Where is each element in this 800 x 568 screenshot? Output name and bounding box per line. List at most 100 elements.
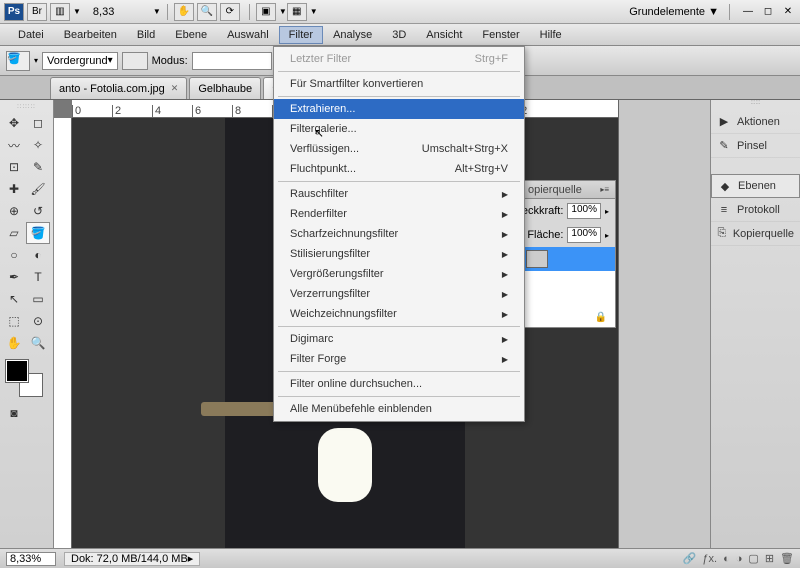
lasso-tool[interactable]: 〰 [2, 134, 26, 156]
link-icon[interactable]: 🔗 [683, 552, 697, 565]
shape-tool[interactable]: ▭ [26, 288, 50, 310]
menu-item-extrahieren[interactable]: Extrahieren... [274, 99, 524, 119]
pattern-swatch[interactable] [122, 52, 148, 70]
clone-icon: ⎘ [717, 227, 727, 240]
current-tool-icon[interactable]: 🪣 [6, 51, 30, 71]
menu-item-scharfzeichnungsfilter[interactable]: Scharfzeichnungsfilter [274, 224, 524, 244]
filter-menu-dropdown: Letzter FilterStrg+F Für Smartfilter kon… [273, 46, 525, 422]
menu-fenster[interactable]: Fenster [472, 26, 529, 44]
camera-tool[interactable]: ⊙ [26, 310, 50, 332]
fill-value[interactable]: 100% [567, 227, 601, 243]
panel-ebenen[interactable]: ◆Ebenen [711, 174, 800, 198]
zoom-status[interactable]: 8,33% [6, 552, 56, 566]
3d-tool[interactable]: ⬚ [2, 310, 26, 332]
bucket-tool[interactable]: 🪣 [26, 222, 50, 244]
opacity-value[interactable]: 100% [567, 203, 601, 219]
adjustment-icon[interactable]: ◑ [736, 553, 743, 565]
healing-tool[interactable]: ✚ [2, 178, 26, 200]
kopierquelle-panel[interactable]: opierquelle▸≡ Deckkraft:100%▸ Fläche:100… [521, 180, 616, 328]
layers-list[interactable]: 🔒 [522, 247, 615, 327]
marquee-tool[interactable]: ◻ [26, 112, 50, 134]
panel-protokoll[interactable]: ≡Protokoll [711, 198, 800, 222]
mask-icon[interactable]: ◐ [723, 553, 730, 565]
layer-thumbnail [526, 250, 548, 268]
menu-item-filtergalerie[interactable]: Filtergalerie... [274, 119, 524, 139]
menu-bearbeiten[interactable]: Bearbeiten [54, 26, 127, 44]
menu-item-verfluessigen[interactable]: Verflüssigen...Umschalt+Strg+X [274, 139, 524, 159]
menu-ansicht[interactable]: Ansicht [416, 26, 472, 44]
zoom-level[interactable]: 8,33 [93, 6, 153, 18]
rotate-icon[interactable]: ⟳ [220, 3, 240, 21]
crop-tool[interactable]: ⊡ [2, 156, 26, 178]
layer-row-active[interactable] [522, 247, 615, 271]
trash-icon[interactable]: 🗑 [780, 552, 794, 565]
chevron-icon[interactable]: ▸ [605, 207, 609, 216]
panel-aktionen[interactable]: ▶Aktionen [711, 110, 800, 134]
panel-kopierquelle[interactable]: ⎘Kopierquelle [711, 222, 800, 246]
blur-tool[interactable]: ○ [2, 244, 26, 266]
menu-auswahl[interactable]: Auswahl [217, 26, 279, 44]
eraser-tool[interactable]: ▱ [2, 222, 26, 244]
menu-datei[interactable]: Datei [8, 26, 54, 44]
quickmask-tool[interactable]: ◙ [2, 402, 26, 424]
menu-item-stilisierungsfilter[interactable]: Stilisierungsfilter [274, 244, 524, 264]
menu-item-vergroesserungsfilter[interactable]: Vergrößerungsfilter [274, 264, 524, 284]
path-tool[interactable]: ↖ [2, 288, 26, 310]
menu-item-filter-online[interactable]: Filter online durchsuchen... [274, 374, 524, 394]
menu-3d[interactable]: 3D [382, 26, 416, 44]
panel-menu-icon[interactable]: ▸≡ [600, 185, 609, 194]
menu-filter[interactable]: Filter [279, 26, 323, 44]
hand-tool-icon[interactable]: ✋ [174, 3, 194, 21]
zoom-tool-icon[interactable]: 🔍 [197, 3, 217, 21]
close-button[interactable]: ✕ [780, 5, 796, 19]
vertical-ruler[interactable] [54, 118, 72, 548]
menu-item-smartfilter[interactable]: Für Smartfilter konvertieren [274, 74, 524, 94]
menu-bild[interactable]: Bild [127, 26, 165, 44]
menu-hilfe[interactable]: Hilfe [530, 26, 572, 44]
new-layer-icon[interactable]: ⊞ [765, 552, 774, 565]
panel-pinsel[interactable]: ✎Pinsel [711, 134, 800, 158]
document-tab[interactable]: Gelbhaube [189, 77, 261, 99]
menu-analyse[interactable]: Analyse [323, 26, 382, 44]
history-brush-tool[interactable]: ↺ [26, 200, 50, 222]
close-icon[interactable]: ✕ [171, 83, 179, 94]
dodge-tool[interactable]: ◐ [26, 244, 50, 266]
layers-icon: ◆ [718, 180, 732, 193]
menu-item-digimarc[interactable]: Digimarc [274, 329, 524, 349]
brush-tool[interactable]: 🖌 [26, 178, 50, 200]
fx-icon[interactable]: ƒx. [702, 553, 717, 565]
foreground-dropdown[interactable]: Vordergrund ▾ [42, 52, 118, 70]
hand-tool[interactable]: ✋ [2, 332, 26, 354]
wand-tool[interactable]: ✧ [26, 134, 50, 156]
pen-tool[interactable]: ✒ [2, 266, 26, 288]
filmstrip-icon[interactable]: ▥ [50, 3, 70, 21]
bridge-launcher-icon[interactable]: Br [27, 3, 47, 21]
arrange-icon[interactable]: ▦ [287, 3, 307, 21]
menu-item-weichzeichnungsfilter[interactable]: Weichzeichnungsfilter [274, 304, 524, 324]
chevron-icon[interactable]: ▸ [605, 231, 609, 240]
menu-item-verzerrungsfilter[interactable]: Verzerrungsfilter [274, 284, 524, 304]
menu-ebene[interactable]: Ebene [165, 26, 217, 44]
folder-icon[interactable]: ▢ [748, 552, 758, 565]
eyedropper-tool[interactable]: ✎ [26, 156, 50, 178]
maximize-button[interactable]: ◻ [760, 5, 776, 19]
doc-info[interactable]: Dok: 72,0 MB/144,0 MB ▸ [64, 552, 200, 566]
mode-dropdown[interactable] [192, 52, 272, 70]
zoom-tool[interactable]: 🔍 [26, 332, 50, 354]
lock-icon: 🔒 [595, 312, 607, 323]
menu-item-filterforge[interactable]: Filter Forge [274, 349, 524, 369]
screenmode-icon[interactable]: ▣ [256, 3, 276, 21]
fill-label: Fläche: [527, 229, 563, 241]
stamp-tool[interactable]: ⊕ [2, 200, 26, 222]
menu-item-show-all[interactable]: Alle Menübefehle einblenden [274, 399, 524, 419]
move-tool[interactable]: ✥ [2, 112, 26, 134]
document-tab[interactable]: anto - Fotolia.com.jpg✕ [50, 77, 187, 99]
workspace-selector[interactable]: Grundelemente ▼ [629, 6, 719, 18]
ps-launcher-icon[interactable]: Ps [4, 3, 24, 21]
menu-item-rauschfilter[interactable]: Rauschfilter [274, 184, 524, 204]
minimize-button[interactable]: — [740, 5, 756, 19]
menu-item-renderfilter[interactable]: Renderfilter [274, 204, 524, 224]
type-tool[interactable]: T [26, 266, 50, 288]
color-swatches[interactable] [6, 360, 42, 396]
menu-item-fluchtpunkt[interactable]: Fluchtpunkt...Alt+Strg+V [274, 159, 524, 179]
